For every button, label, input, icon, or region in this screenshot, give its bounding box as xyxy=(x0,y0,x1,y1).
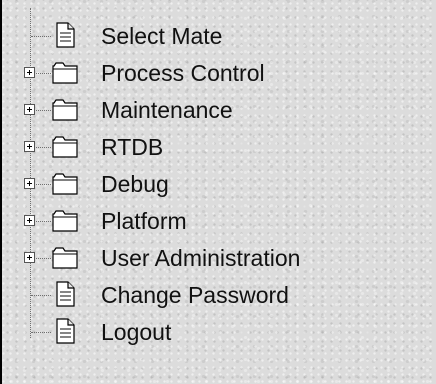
plus-expander-icon[interactable] xyxy=(24,215,35,226)
tree-item-maintenance[interactable]: Maintenance xyxy=(0,92,420,130)
tree-item-process-control[interactable]: Process Control xyxy=(0,55,420,93)
folder-icon xyxy=(52,247,78,269)
plus-expander-icon[interactable] xyxy=(24,141,35,152)
plus-expander-icon[interactable] xyxy=(24,67,35,78)
tree-branch-line xyxy=(31,332,51,333)
tree-item-logout[interactable]: Logout xyxy=(0,314,420,352)
tree-item-debug[interactable]: Debug xyxy=(0,166,420,204)
tree-branch-line xyxy=(31,295,51,296)
navigation-panel: Select Mate Process Control Maintenance xyxy=(0,0,436,384)
tree-item-label: Select Mate xyxy=(101,23,223,49)
plus-expander-icon[interactable] xyxy=(24,104,35,115)
plus-expander-icon[interactable] xyxy=(24,178,35,189)
tree-item-change-password[interactable]: Change Password xyxy=(0,277,420,315)
folder-icon xyxy=(52,136,78,158)
page-icon xyxy=(56,281,75,307)
tree-item-label: RTDB xyxy=(101,134,164,160)
folder-icon xyxy=(52,62,78,84)
tree-branch-line xyxy=(31,36,51,37)
tree-item-label: Process Control xyxy=(101,60,265,86)
folder-icon xyxy=(52,173,78,195)
tree-item-label: Change Password xyxy=(101,282,289,308)
tree-item-rtdb[interactable]: RTDB xyxy=(0,129,420,167)
folder-icon xyxy=(52,210,78,232)
navigation-tree: Select Mate Process Control Maintenance xyxy=(0,0,436,384)
plus-expander-icon[interactable] xyxy=(24,252,35,263)
tree-item-label: Logout xyxy=(101,319,172,345)
tree-item-label: User Administration xyxy=(101,245,301,271)
tree-item-platform[interactable]: Platform xyxy=(0,203,420,241)
page-icon xyxy=(56,318,75,344)
tree-item-user-administration[interactable]: User Administration xyxy=(0,240,420,278)
tree-item-select-mate[interactable]: Select Mate xyxy=(0,18,420,56)
tree-item-label: Maintenance xyxy=(101,97,233,123)
page-icon xyxy=(56,22,75,48)
folder-icon xyxy=(52,99,78,121)
tree-item-label: Platform xyxy=(101,208,187,234)
tree-item-label: Debug xyxy=(101,171,169,197)
